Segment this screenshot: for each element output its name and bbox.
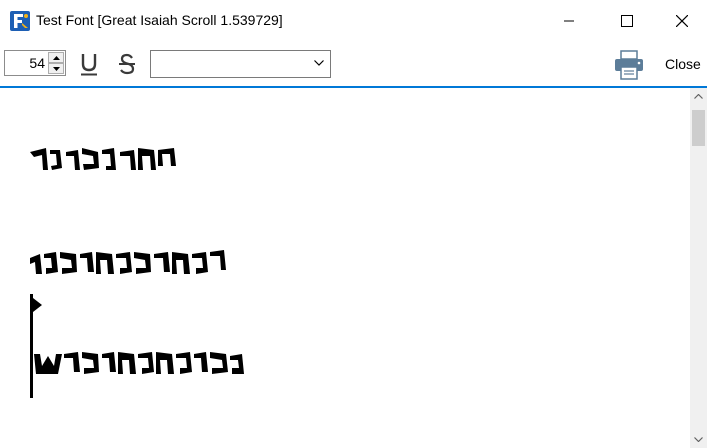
font-dropdown[interactable] [150, 50, 331, 78]
chevron-down-icon [314, 60, 324, 66]
minimize-button[interactable] [540, 0, 598, 42]
close-button[interactable]: Close [665, 56, 701, 72]
print-button[interactable] [612, 48, 646, 82]
toolbar: 54 Close [0, 42, 707, 86]
scroll-down-button[interactable] [690, 431, 707, 448]
underline-icon [81, 54, 97, 76]
caret-down-icon [52, 66, 60, 71]
font-size-stepper[interactable]: 54 [4, 50, 66, 76]
cursor-flag [33, 298, 42, 312]
scroll-thumb[interactable] [692, 110, 705, 146]
vertical-scrollbar[interactable] [690, 88, 707, 448]
font-size-increase-button[interactable] [48, 52, 64, 63]
strikethrough-icon [119, 53, 135, 75]
caret-up-icon [52, 55, 60, 60]
sample-line-2 [30, 250, 226, 274]
chevron-down-icon [694, 437, 703, 442]
sample-line-1 [30, 148, 176, 170]
close-icon [675, 15, 688, 27]
sample-line-3 [34, 352, 244, 374]
underline-button[interactable] [76, 50, 102, 78]
minimize-icon [564, 20, 574, 22]
strikethrough-button[interactable] [114, 50, 140, 78]
maximize-icon [621, 15, 633, 27]
app-icon [10, 11, 30, 31]
font-preview-area[interactable] [0, 86, 707, 448]
window-close-button[interactable] [656, 0, 707, 42]
maximize-button[interactable] [598, 0, 656, 42]
test-font-window: Test Font [Great Isaiah Scroll 1.539729]… [0, 0, 707, 448]
printer-icon [615, 50, 643, 80]
window-title: Test Font [Great Isaiah Scroll 1.539729] [36, 12, 283, 28]
font-size-value[interactable]: 54 [29, 55, 45, 71]
scroll-up-button[interactable] [690, 88, 707, 105]
font-size-decrease-button[interactable] [48, 63, 64, 74]
chevron-up-icon [694, 94, 703, 99]
title-bar[interactable]: Test Font [Great Isaiah Scroll 1.539729] [0, 0, 707, 42]
